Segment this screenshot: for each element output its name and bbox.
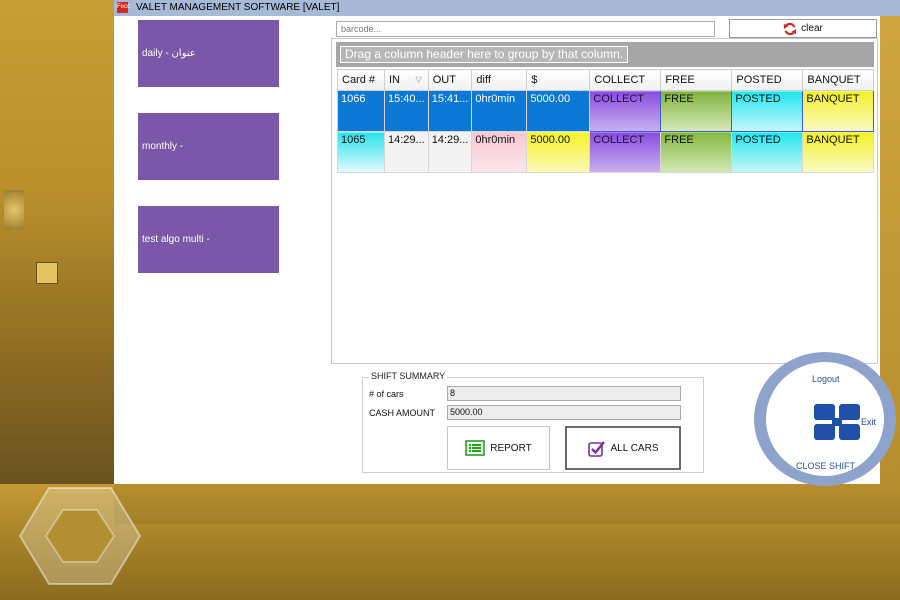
cell-out[interactable]: 14:29...	[427, 131, 473, 173]
collect-button[interactable]: COLLECT	[589, 131, 662, 173]
filter-icon[interactable]: ▽	[416, 75, 422, 84]
column-header-in-label: IN	[389, 74, 400, 86]
cars-count-field: 8	[447, 386, 681, 401]
clear-button-label: clear	[801, 23, 823, 34]
column-header-posted[interactable]: POSTED	[731, 69, 804, 91]
category-tile-label: monthly -	[142, 141, 184, 152]
report-button-label: REPORT	[490, 442, 532, 454]
shift-summary-title: SHIFT SUMMARY	[369, 371, 448, 381]
cash-amount-label: CASH AMOUNT	[369, 408, 436, 418]
report-button[interactable]: REPORT	[447, 426, 550, 470]
street-lamp-decoration	[4, 190, 24, 230]
cell-in[interactable]: 14:29...	[384, 131, 429, 173]
category-tile-daily[interactable]: daily - عنوان	[138, 20, 279, 87]
cell-out[interactable]: 15:41...	[427, 90, 473, 132]
column-header-out[interactable]: OUT	[427, 69, 473, 91]
cell-amount[interactable]: 5000.00	[526, 90, 591, 132]
column-header-amount[interactable]: $	[526, 69, 591, 91]
exit-link[interactable]: Exit	[861, 417, 876, 427]
grid-menu-icon[interactable]	[812, 402, 864, 444]
session-menu: Logout Exit CLOSE SHIFT	[754, 352, 896, 486]
checkbox-icon	[587, 440, 605, 457]
report-icon	[465, 440, 486, 456]
shift-summary-panel: SHIFT SUMMARY # of cars 8 CASH AMOUNT 50…	[362, 371, 704, 473]
clear-button[interactable]: clear	[729, 19, 877, 38]
collect-button[interactable]: COLLECT	[589, 90, 662, 132]
cell-diff[interactable]: 0hr0min	[471, 90, 528, 132]
cell-card[interactable]: 1066	[337, 90, 385, 132]
window-title: VALET MANAGEMENT SOFTWARE [VALET]	[136, 2, 340, 13]
hexagon-logo-icon	[18, 487, 142, 585]
table-header-row: Card # IN ▽ OUT diff $ COLLECT FREE POSTE…	[337, 69, 875, 91]
posted-button[interactable]: POSTED	[731, 131, 804, 173]
cash-amount-field: 5000.00	[447, 405, 681, 420]
group-by-panel[interactable]: Drag a column header here to group by th…	[336, 42, 874, 67]
column-header-in[interactable]: IN ▽	[384, 69, 429, 91]
table-row[interactable]: 1066 15:40... 15:41... 0hr0min 5000.00 C…	[337, 90, 875, 132]
banquet-button[interactable]: BANQUET	[802, 131, 875, 173]
column-header-diff[interactable]: diff	[471, 69, 528, 91]
column-header-collect[interactable]: COLLECT	[589, 69, 662, 91]
cars-count-label: # of cars	[369, 389, 404, 399]
background-photo-left	[0, 0, 114, 486]
close-shift-button[interactable]: CLOSE SHIFT	[796, 461, 855, 471]
cell-in[interactable]: 15:40...	[384, 90, 429, 132]
category-tile-monthly[interactable]: monthly -	[138, 113, 279, 180]
all-cars-button[interactable]: ALL CARS	[565, 426, 681, 470]
cell-amount[interactable]: 5000.00	[526, 131, 591, 173]
group-by-hint: Drag a column header here to group by th…	[340, 46, 629, 63]
session-menu-inner: Logout Exit CLOSE SHIFT	[766, 362, 884, 476]
all-cars-button-label: ALL CARS	[610, 442, 659, 454]
category-tile-label: daily - عنوان	[142, 48, 196, 59]
title-bar: Fecc VALET MANAGEMENT SOFTWARE [VALET]	[114, 0, 900, 16]
cell-diff[interactable]: 0hr0min	[471, 131, 528, 173]
free-button[interactable]: FREE	[660, 90, 733, 132]
free-button[interactable]: FREE	[660, 131, 733, 173]
cars-grid: Drag a column header here to group by th…	[331, 38, 878, 364]
table-row[interactable]: 1065 14:29... 14:29... 0hr0min 5000.00 C…	[337, 131, 875, 173]
category-tile-test-algo-multi[interactable]: test algo multi -	[138, 206, 279, 273]
column-header-banquet[interactable]: BANQUET	[802, 69, 875, 91]
app-icon: Fecc	[117, 2, 130, 13]
banquet-button[interactable]: BANQUET	[802, 90, 875, 132]
logout-link[interactable]: Logout	[812, 374, 840, 384]
posted-button[interactable]: POSTED	[731, 90, 804, 132]
barcode-input[interactable]	[336, 21, 715, 37]
cell-card[interactable]: 1065	[337, 131, 385, 173]
column-header-free[interactable]: FREE	[660, 69, 733, 91]
radiation-sign-decoration	[36, 262, 58, 284]
column-header-card[interactable]: Card #	[337, 69, 385, 91]
category-tile-label: test algo multi -	[142, 234, 210, 245]
refresh-icon	[784, 22, 797, 35]
cars-table: Card # IN ▽ OUT diff $ COLLECT FREE POSTE…	[337, 69, 875, 173]
background-street	[114, 484, 900, 524]
